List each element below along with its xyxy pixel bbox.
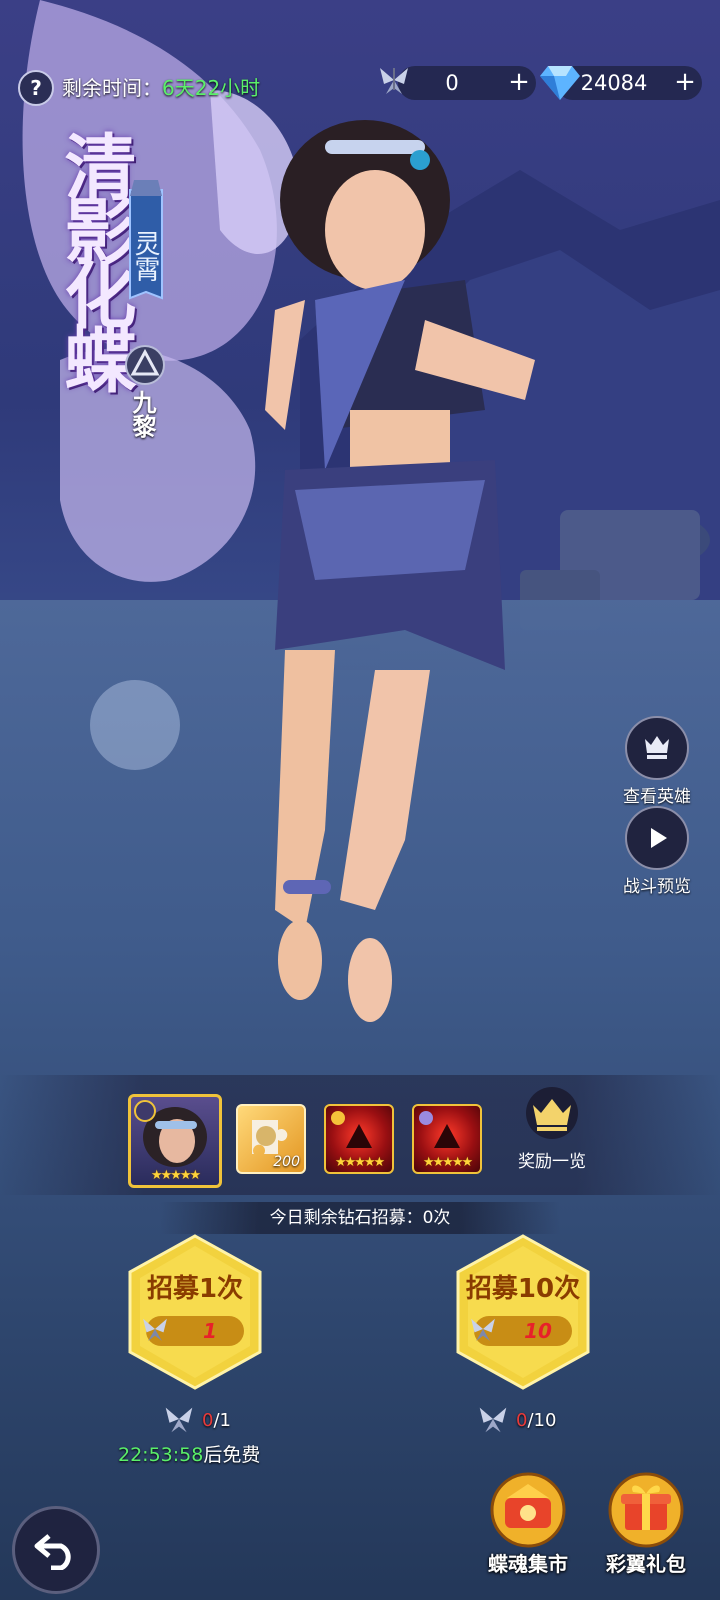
butterfly-token-icon bbox=[471, 1318, 495, 1341]
single-owned-count: 0 bbox=[202, 1410, 214, 1431]
recruit-once-cost-value: 1 bbox=[203, 1319, 217, 1343]
remaining-time: 剩余时间：6天22小时 bbox=[62, 72, 260, 101]
single-required-count: /1 bbox=[213, 1410, 231, 1431]
diamond-icon bbox=[540, 66, 580, 100]
reward-puzzle-fragment[interactable]: 200 bbox=[236, 1104, 306, 1174]
diamond-add-button[interactable]: + bbox=[672, 69, 698, 96]
reward-list-label: 奖励一览 bbox=[518, 1152, 586, 1172]
token-add-button[interactable]: + bbox=[506, 69, 532, 96]
reward-red-hero-card-1[interactable]: ★★★★★ bbox=[324, 1104, 394, 1174]
gift-box-icon bbox=[608, 1472, 684, 1548]
faction-name: 灵霄 bbox=[130, 230, 160, 282]
recruit-ten-button[interactable]: 招募10次 10 bbox=[452, 1232, 594, 1392]
help-button[interactable]: ? bbox=[18, 70, 54, 106]
recruit-ten-label: 招募10次 bbox=[465, 1274, 581, 1304]
reward-red-hero-card-2[interactable]: ★★★★★ bbox=[412, 1104, 482, 1174]
help-symbol: ? bbox=[30, 76, 42, 100]
free-timer-suffix: 后免费 bbox=[203, 1444, 261, 1466]
single-token-owned: 0/1 bbox=[202, 1410, 231, 1431]
ten-token-owned: 0/10 bbox=[516, 1410, 556, 1431]
red-hero-card-1-stars: ★★★★★ bbox=[334, 1155, 385, 1170]
token-counter: 0 + bbox=[398, 66, 536, 100]
time-label: 剩余时间： bbox=[62, 76, 162, 100]
class-emblem-icon bbox=[125, 345, 165, 385]
view-hero-circle bbox=[625, 716, 689, 780]
puzzle-fragment-count: 200 bbox=[273, 1154, 300, 1170]
crown-icon bbox=[526, 1087, 578, 1139]
class-name: 九黎 bbox=[128, 390, 156, 438]
recruit-ten-cost-value: 10 bbox=[524, 1319, 552, 1343]
wing-gift-button[interactable]: 彩翼礼包 bbox=[596, 1470, 696, 1577]
reward-hero-portrait[interactable]: ★★★★★ bbox=[128, 1094, 222, 1188]
butterfly-token-icon bbox=[380, 68, 408, 94]
hero-portrait-stars: ★★★★★ bbox=[150, 1168, 201, 1183]
wing-gift-label: 彩翼礼包 bbox=[606, 1552, 686, 1576]
view-hero-label: 查看英雄 bbox=[623, 787, 691, 807]
butterfly-market-button[interactable]: 蝶魂集市 bbox=[478, 1470, 578, 1577]
game-screen: ? 剩余时间：6天22小时 0 + 24084 + 清影化蝶 灵霄 九黎 查看英… bbox=[0, 0, 720, 1600]
battle-preview-circle bbox=[625, 806, 689, 870]
play-icon bbox=[651, 828, 667, 848]
recruit-once-label: 招募1次 bbox=[146, 1274, 244, 1304]
butterfly-token-icon bbox=[479, 1407, 507, 1433]
market-chest-icon bbox=[490, 1472, 566, 1548]
recruit-once-button[interactable]: 招募1次 1 bbox=[124, 1232, 266, 1392]
red-hero-card-2-stars: ★★★★★ bbox=[422, 1155, 473, 1170]
battle-preview-label: 战斗预览 bbox=[623, 877, 691, 897]
silhouette-icon bbox=[331, 1111, 372, 1148]
butterfly-market-label: 蝶魂集市 bbox=[488, 1552, 568, 1576]
view-hero-button[interactable]: 查看英雄 bbox=[612, 716, 702, 807]
recruit-once-cost: 1 bbox=[143, 1316, 244, 1346]
back-button[interactable] bbox=[12, 1506, 100, 1594]
back-arrow-icon bbox=[34, 1534, 71, 1570]
recruit-ten-cost: 10 bbox=[471, 1316, 572, 1346]
time-value: 6天22小时 bbox=[162, 76, 261, 100]
hero-title: 清影化蝶 bbox=[52, 130, 137, 386]
token-value: 0 bbox=[445, 71, 459, 95]
hero-portrait-icon bbox=[134, 1100, 207, 1167]
hero-character bbox=[265, 120, 535, 1022]
battle-preview-button[interactable]: 战斗预览 bbox=[612, 806, 702, 897]
ten-owned-count: 0 bbox=[516, 1410, 528, 1431]
free-recruit-timer: 22:53:58后免费 bbox=[118, 1440, 260, 1467]
reward-list-button[interactable]: 奖励一览 bbox=[512, 1085, 592, 1172]
free-timer-value: 22:53:58 bbox=[118, 1444, 204, 1466]
silhouette-icon bbox=[419, 1111, 460, 1148]
crown-shield-icon bbox=[645, 736, 669, 759]
today-remaining-text: 今日剩余钻石招募：0次 bbox=[160, 1202, 560, 1234]
glow-orb bbox=[90, 680, 180, 770]
ten-required-count: /10 bbox=[527, 1410, 557, 1431]
butterfly-token-icon bbox=[143, 1318, 167, 1341]
butterfly-token-icon bbox=[165, 1407, 193, 1433]
